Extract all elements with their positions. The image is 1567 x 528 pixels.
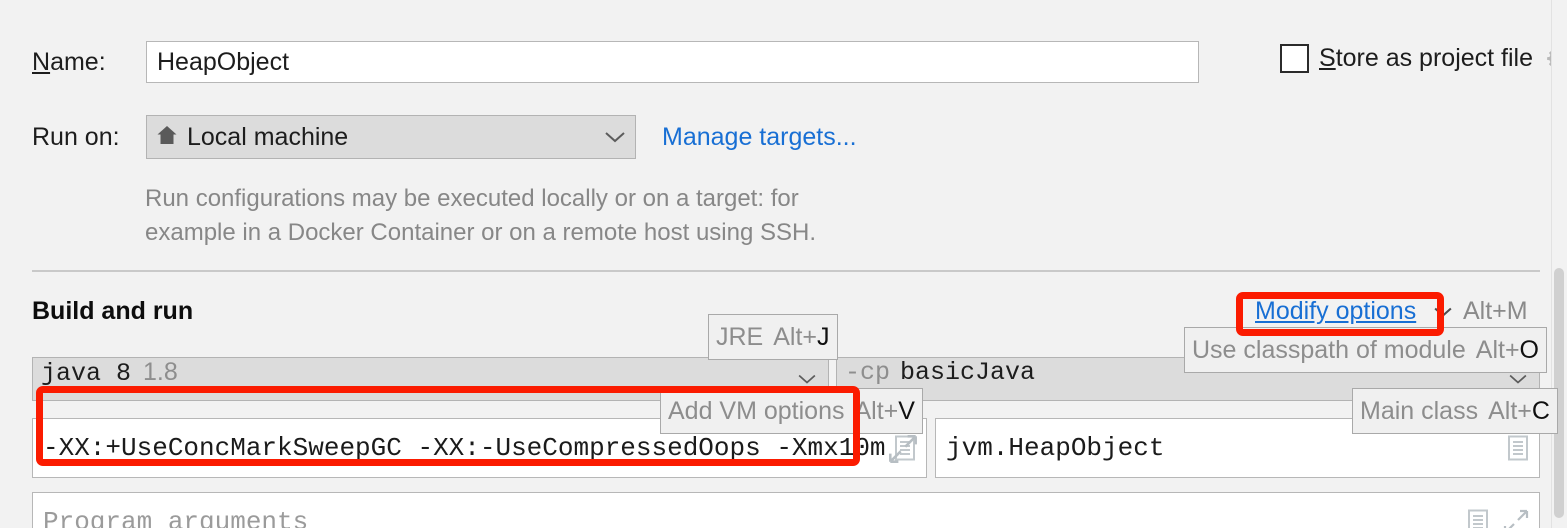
store-as-project-file-label: Store as project file <box>1319 44 1533 73</box>
run-on-dropdown[interactable]: Local machine <box>146 115 636 159</box>
expand-diagonal-icon[interactable] <box>1503 509 1529 528</box>
store-as-project-file-rest: tore as project file <box>1335 44 1534 72</box>
chevron-down-icon <box>605 132 625 143</box>
hint-jre-shortcut-prefix: Alt+ <box>773 322 818 351</box>
main-class-value: jvm.HeapObject <box>946 433 1165 463</box>
hint-jre-shortcut-key: J <box>817 322 830 351</box>
document-lines-icon[interactable] <box>1507 435 1529 461</box>
vm-options-value: -XX:+UseConcMarkSweepGC -XX:-UseCompress… <box>43 433 886 463</box>
chevron-down-icon[interactable] <box>1432 305 1454 319</box>
hint-vm-text: Add VM options <box>668 396 845 425</box>
program-arguments-input[interactable]: Program arguments <box>32 492 1540 528</box>
modify-options-link[interactable]: Modify options <box>1255 297 1416 326</box>
document-lines-icon[interactable] <box>1467 509 1489 528</box>
hint-jre[interactable]: JRE Alt+ J <box>708 314 838 360</box>
hint-mainclass-shortcut-key: C <box>1531 396 1550 425</box>
hint-main-class[interactable]: Main class Alt+ C <box>1352 388 1558 434</box>
hint-vm-shortcut-prefix: Alt+ <box>854 396 899 425</box>
run-configuration-dialog: Name: HeapObject Store as project file R… <box>0 0 1567 528</box>
hint-jre-text: JRE <box>716 322 764 351</box>
run-on-description-line-2: example in a Docker Container or on a re… <box>145 219 817 246</box>
program-arguments-placeholder: Program arguments <box>43 507 309 528</box>
hint-module-shortcut-key: O <box>1519 335 1539 364</box>
hint-vm-shortcut-key: V <box>898 396 915 425</box>
build-and-run-section-title: Build and run <box>32 297 194 325</box>
modify-options-shortcut: Alt+M <box>1463 297 1528 325</box>
module-cp-flag: -cp <box>845 358 891 387</box>
name-label: Name: <box>32 48 106 77</box>
store-as-project-file-row[interactable]: Store as project file <box>1280 44 1567 73</box>
chevron-down-icon[interactable] <box>796 372 818 386</box>
run-on-value: Local machine <box>187 122 349 151</box>
vertical-scrollbar-track[interactable] <box>1551 0 1567 528</box>
chevron-down-icon[interactable] <box>1507 372 1529 386</box>
module-name: basicJava <box>900 358 1036 387</box>
section-separator <box>32 270 1540 272</box>
expand-diagonal-icon[interactable] <box>888 434 918 464</box>
run-on-description-line-1: Run configurations may be executed local… <box>145 185 799 212</box>
run-on-description: Run configurations may be executed local… <box>145 182 965 250</box>
jre-name: java 8 <box>41 359 132 388</box>
hint-mainclass-text: Main class <box>1360 396 1479 425</box>
hint-module-text: Use classpath of module <box>1192 335 1466 364</box>
name-label-accel: N <box>32 48 51 76</box>
hint-use-classpath-of-module[interactable]: Use classpath of module Alt+ O <box>1184 327 1547 373</box>
jre-version: 1.8 <box>143 358 178 386</box>
hint-mainclass-shortcut-prefix: Alt+ <box>1488 396 1532 425</box>
manage-targets-link[interactable]: Manage targets... <box>662 123 857 152</box>
hint-module-shortcut-prefix: Alt+ <box>1475 335 1520 364</box>
name-label-rest: ame: <box>50 48 106 76</box>
name-input[interactable]: HeapObject <box>146 41 1199 83</box>
store-as-project-file-checkbox[interactable] <box>1280 44 1309 73</box>
hint-add-vm-options[interactable]: Add VM options Alt+ V <box>660 388 923 434</box>
name-input-value: HeapObject <box>157 47 290 76</box>
home-icon <box>155 123 187 152</box>
store-as-project-file-accel: S <box>1319 44 1336 72</box>
run-on-label: Run on: <box>32 123 120 151</box>
